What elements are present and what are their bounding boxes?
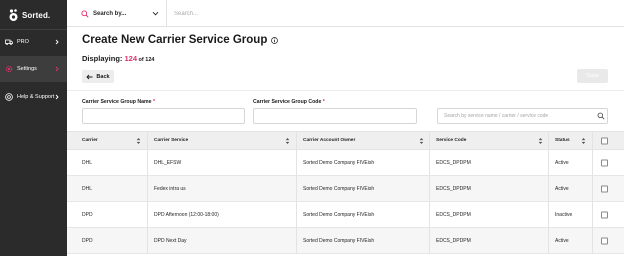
table-row[interactable]: DHL DHL_EFSW Sorted Demo Company FIVEish… [67,150,624,176]
cell-account-owner: Sorted Demo Company FIVEish [296,202,429,227]
cell-carrier: DPD [82,211,93,218]
sort-icon[interactable] [136,137,141,144]
chevron-right-icon [55,94,59,100]
sidebar-item-help-support[interactable]: Help & Support [0,84,67,110]
sorted-logo-icon [9,9,18,21]
sidebar-item-label: Settings [17,66,37,72]
sort-icon[interactable] [285,137,290,144]
column-header-label: Service Code [436,138,467,143]
cell-carrier-service: DPD Next Day [147,228,296,253]
brand-name: Sorted. [22,10,51,20]
chevron-right-icon [55,39,59,45]
back-button[interactable]: Back [82,70,114,83]
cell-carrier: DPD [82,237,93,244]
cell-carrier-service: DPD Afternoon (12:00-18:00) [147,202,296,227]
cell-service-code: EDCS_DPDPM [429,228,548,253]
sidebar-item-label: Help & Support [17,94,55,100]
column-header-label: Carrier Service [154,138,189,143]
cell-service-code: EDCS_DPDPM [429,202,548,227]
sort-icon[interactable] [419,137,424,144]
cell-status: Active [548,228,592,253]
brand-logo[interactable]: Sorted. [8,4,50,26]
truck-icon [5,39,13,45]
header-divider [67,90,624,91]
global-search-input[interactable] [168,0,608,27]
sort-icon[interactable] [581,137,586,144]
cell-service-code: EDCS_DPDPM [429,150,548,175]
search-icon [81,9,89,18]
group-code-label: Carrier Service Group Code * [253,99,325,105]
search-scope-label: Search by... [93,10,127,17]
displaying-total: of 124 [137,57,155,63]
cell-account-owner: Sorted Demo Company FIVEish [296,150,429,175]
chevron-right-icon [55,66,59,72]
page-title: Create New Carrier Service Group [82,34,279,46]
displaying-label: Displaying: [82,54,125,63]
group-code-input[interactable] [253,108,417,124]
help-icon [5,93,13,101]
required-mark: * [152,99,155,105]
displaying-count: Displaying: 124 of 124 [82,54,154,63]
cell-account-owner: Sorted Demo Company FIVEish [296,176,429,201]
search-scope-dropdown[interactable]: Search by... [67,0,167,27]
table-row[interactable]: DHL Fedex intra us Sorted Demo Company F… [67,176,624,202]
group-name-input[interactable] [82,108,245,124]
cell-select [592,228,624,253]
displaying-count-value: 124 [124,54,138,63]
save-button[interactable]: Save [577,69,608,83]
row-select-checkbox[interactable] [601,185,608,192]
select-all-checkbox[interactable] [601,137,608,144]
row-select-checkbox[interactable] [601,159,608,166]
info-icon[interactable] [271,36,279,44]
service-filter-input[interactable] [437,108,608,124]
cell-select [592,150,624,175]
cell-service-code: EDCS_DPDPM [429,176,548,201]
gear-icon [5,65,13,73]
cell-carrier-service: DHL_EFSW [147,150,296,175]
group-code-label-text: Carrier Service Group Code [253,99,322,105]
sidebar-item-pro[interactable]: PRO [0,29,67,55]
cell-account-owner: Sorted Demo Company FIVEish [296,228,429,253]
column-header-service-code[interactable]: Service Code [429,132,548,149]
sidebar-item-label: PRO [17,39,29,45]
column-header-label: Status [555,138,570,143]
cell-select [592,202,624,227]
table-header-row: Carrier Carrier Service Carrier Account … [67,131,624,150]
sidebar: Sorted. PRO Settings Help & Support [0,0,67,256]
column-header-label: Carrier [82,138,98,143]
sidebar-item-settings[interactable]: Settings [0,56,67,82]
column-header-carrier[interactable]: Carrier [67,132,147,149]
group-name-label: Carrier Service Group Name * [82,99,155,105]
table-row[interactable]: DPD DPD Next Day Sorted Demo Company FIV… [67,228,624,254]
chevron-down-icon [152,11,159,16]
cell-status: Active [548,176,592,201]
column-header-label: Carrier Account Owner [303,138,356,143]
cell-carrier: DHL [82,185,93,192]
search-icon[interactable] [597,112,605,120]
cell-select [592,176,624,201]
sort-icon[interactable] [538,137,543,144]
arrow-left-icon [86,74,93,79]
row-select-checkbox[interactable] [601,237,608,244]
back-button-label: Back [96,73,110,80]
column-header-carrier-service[interactable]: Carrier Service [147,132,296,149]
page-title-text: Create New Carrier Service Group [82,34,268,46]
column-header-select [592,132,624,149]
cell-carrier: DHL [82,159,93,166]
cell-status: Active [548,150,592,175]
column-header-account-owner[interactable]: Carrier Account Owner [296,132,429,149]
table-row[interactable]: DPD DPD Afternoon (12:00-18:00) Sorted D… [67,202,624,228]
row-select-checkbox[interactable] [601,211,608,218]
required-mark: * [322,99,325,105]
cell-status: Inactive [548,202,592,227]
cell-carrier-service: Fedex intra us [147,176,296,201]
top-bar: Search by... [67,0,624,27]
group-name-label-text: Carrier Service Group Name [82,99,152,105]
